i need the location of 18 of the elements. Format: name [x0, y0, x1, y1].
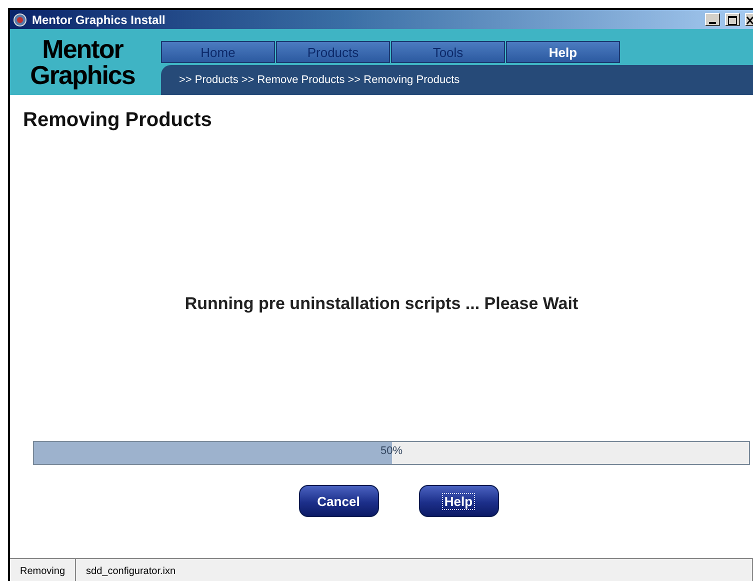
action-button[interactable]: Cancel	[298, 485, 378, 517]
maximize-icon	[728, 16, 737, 25]
breadcrumb: >> Products >> Remove Products >> Removing Products	[161, 65, 753, 95]
status-message: Running pre uninstallation scripts ... Please Wait	[184, 294, 580, 314]
close-button[interactable]	[745, 13, 753, 26]
action-button[interactable]: Help	[418, 485, 498, 517]
page-title: Removing Products	[22, 108, 213, 132]
maximize-button[interactable]	[725, 13, 740, 26]
app-icon	[13, 12, 27, 26]
status-cell: sdd_configurator.ixn	[76, 559, 753, 581]
status-cell: Removing	[10, 559, 76, 581]
minimize-button[interactable]	[705, 13, 720, 26]
logo-text: Graphics	[30, 62, 135, 88]
close-icon	[746, 16, 753, 25]
minimize-icon	[709, 22, 716, 25]
window-title: Mentor Graphics Install	[32, 12, 166, 26]
logo-text: Mentor	[42, 36, 123, 62]
nav-tab[interactable]: Help	[506, 41, 620, 63]
